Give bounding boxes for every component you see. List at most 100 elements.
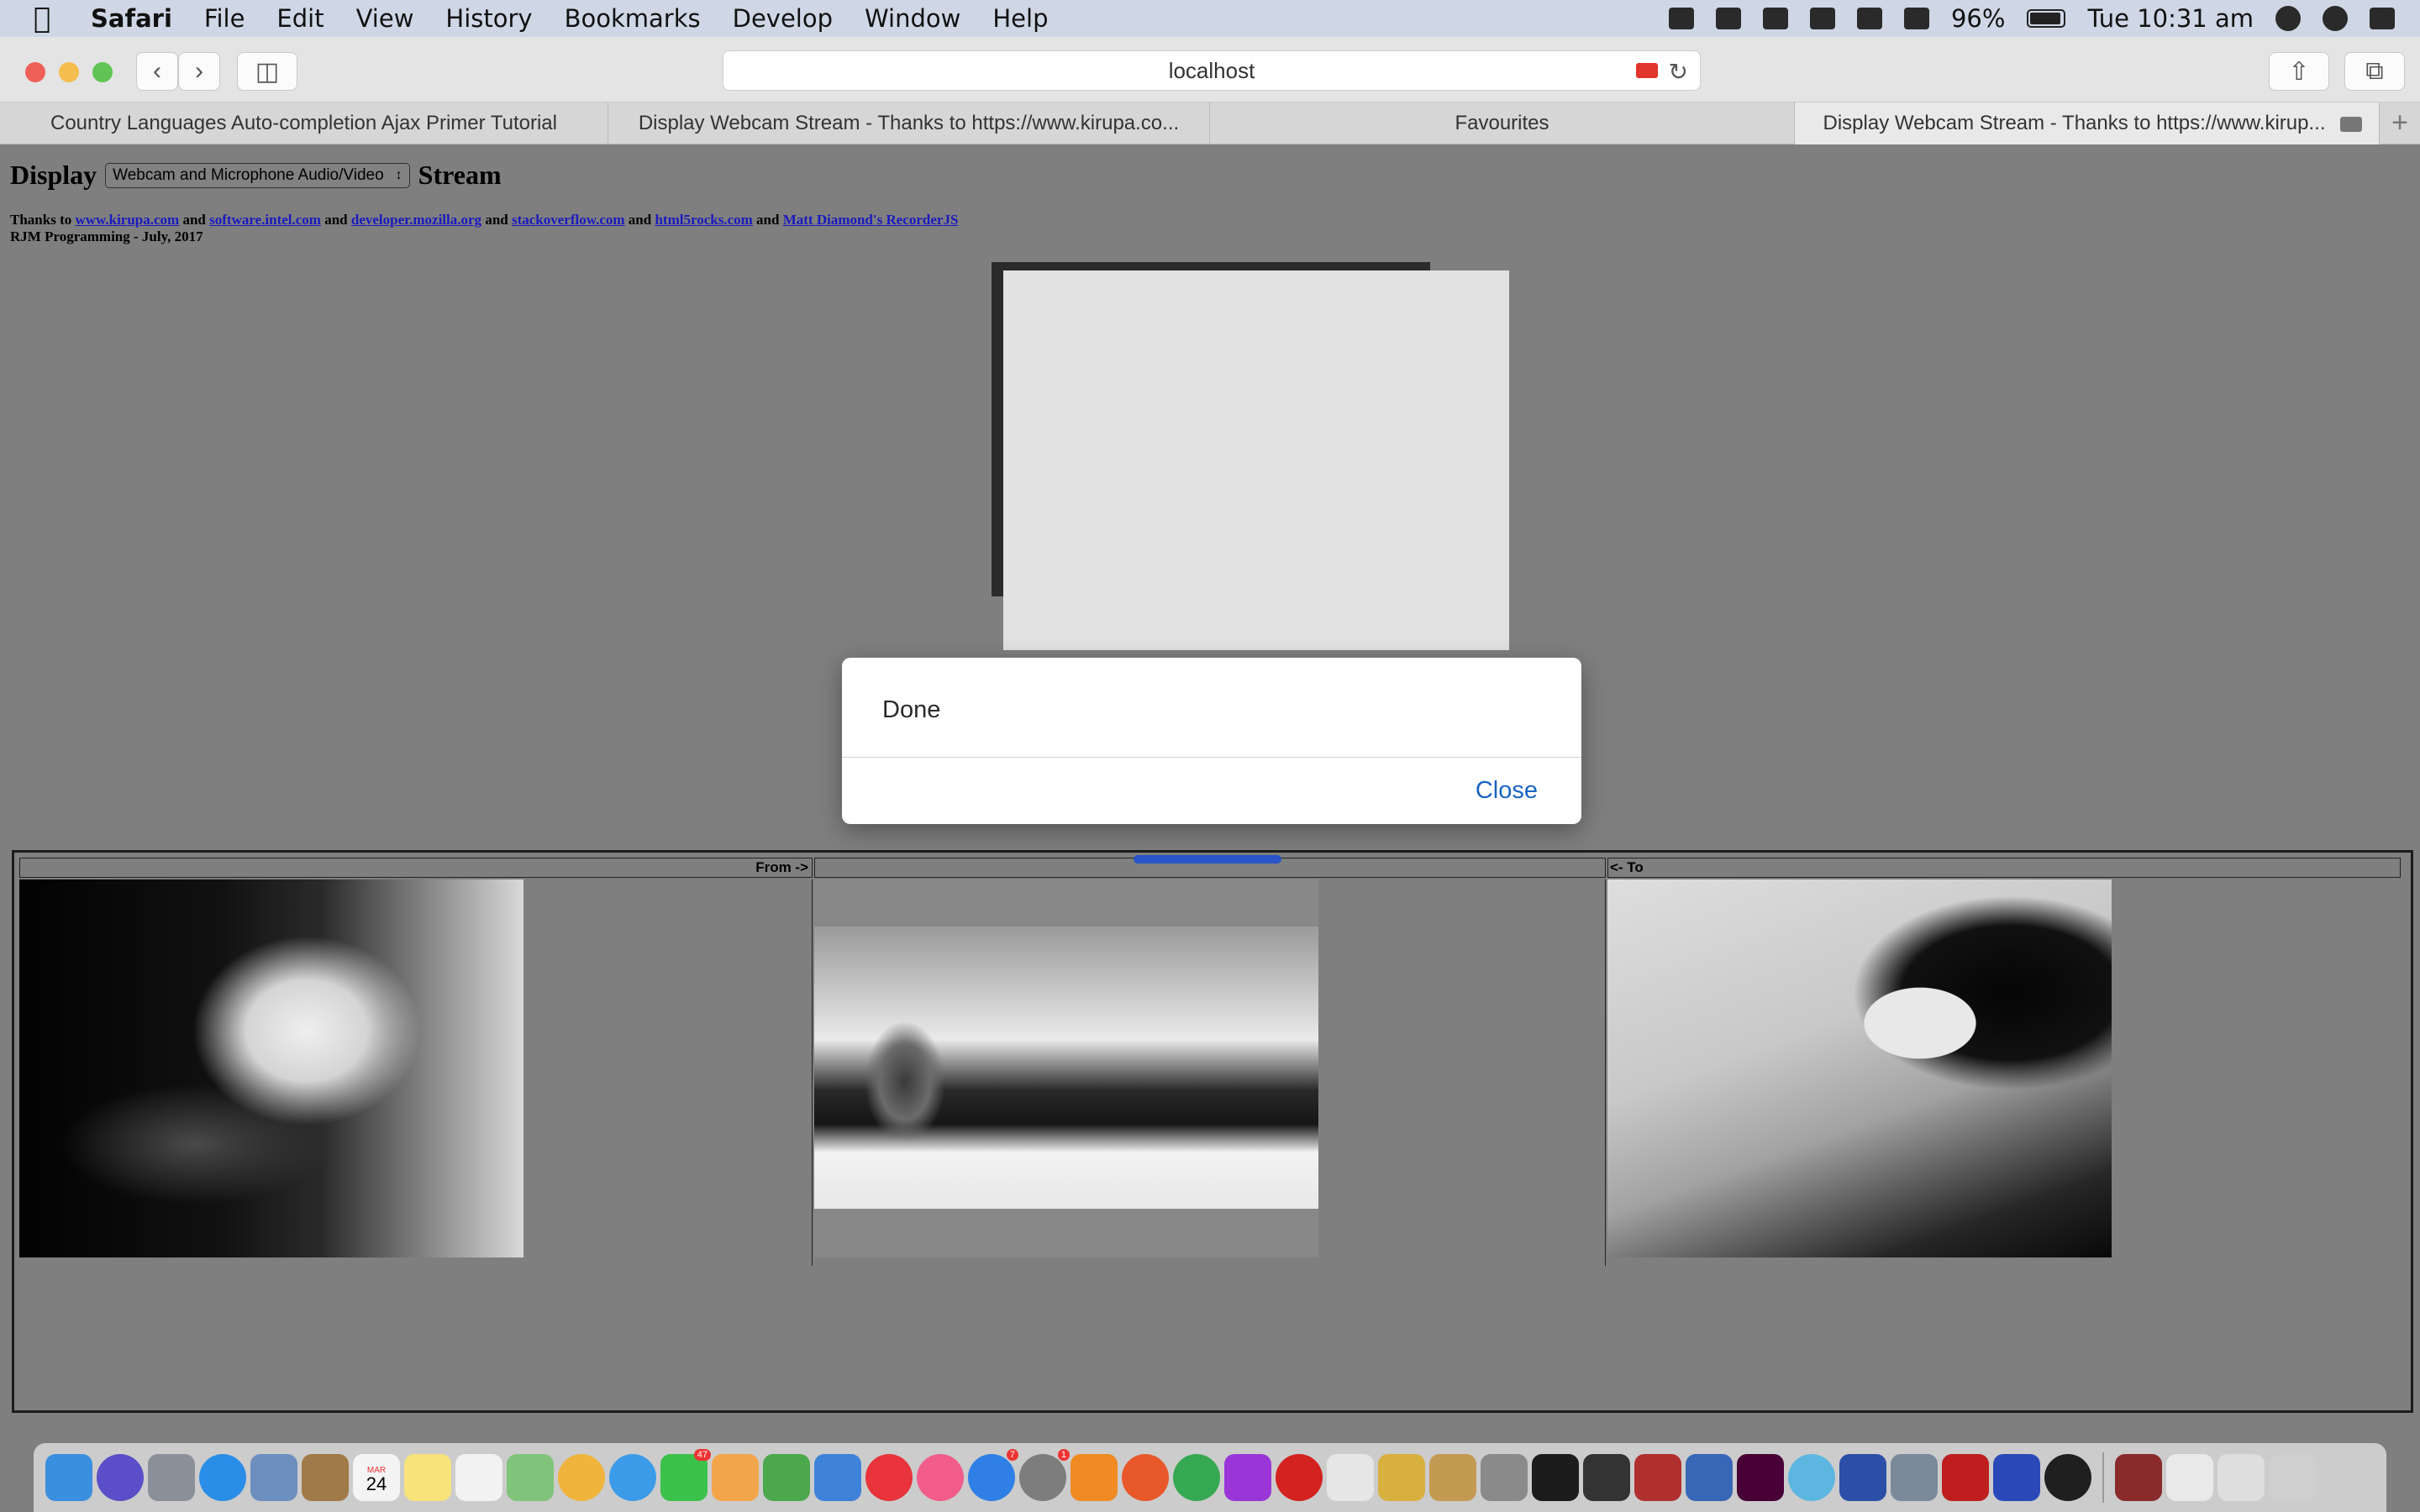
gimp-icon[interactable] [1429,1454,1476,1501]
facetime-icon[interactable]: 47 [660,1449,711,1501]
forward-button[interactable]: › [178,52,220,91]
airplay-icon[interactable] [1809,8,1835,29]
notes-icon[interactable] [404,1454,451,1501]
thanks-label: Thanks to [10,212,72,228]
siri-icon[interactable] [2323,6,2348,31]
preview-icon[interactable] [1891,1454,1938,1501]
link-kirupa[interactable]: www.kirupa.com [75,212,179,228]
spotlight-search-icon[interactable] [2275,6,2301,31]
r-icon[interactable] [1686,1454,1733,1501]
close-window-button[interactable] [25,62,45,82]
firefox-icon[interactable] [1122,1454,1169,1501]
menu-app-name[interactable]: Safari [91,4,172,33]
downloads-stack-icon[interactable] [2217,1454,2265,1501]
phpstorm-icon[interactable] [1224,1454,1271,1501]
music-icon[interactable] [917,1454,964,1501]
documents-stack-icon[interactable] [2166,1454,2213,1501]
tab-favourites[interactable]: Favourites [1210,102,1795,144]
to-video[interactable] [1607,879,2112,1257]
launchpad-icon[interactable] [148,1454,195,1501]
to-header: <- To [1607,858,2401,878]
contacts-icon[interactable] [302,1454,349,1501]
photos-icon[interactable] [558,1454,605,1501]
wireshark-icon[interactable] [1378,1454,1425,1501]
wifi-icon[interactable] [1903,8,1929,29]
link-html5rocks[interactable]: html5rocks.com [655,212,752,228]
menu-edit[interactable]: Edit [276,4,324,33]
menu-bookmarks[interactable]: Bookmarks [565,4,701,33]
link-stackoverflow[interactable]: stackoverflow.com [512,212,625,228]
battery-icon[interactable] [2027,9,2066,28]
tab-webcam-stream-active[interactable]: Display Webcam Stream - Thanks to https:… [1795,102,2380,144]
messages-icon[interactable] [609,1454,656,1501]
utility-icon[interactable] [1481,1454,1528,1501]
menu-view[interactable]: View [356,4,414,33]
minimize-window-button[interactable] [59,62,79,82]
close-button[interactable]: Close [1476,777,1538,805]
menu-help[interactable]: Help [992,4,1048,33]
mail-icon[interactable] [250,1454,297,1501]
menu-window[interactable]: Window [865,4,960,33]
prefs-badge: 1 [1057,1449,1070,1461]
media-type-select[interactable]: Webcam and Microphone Audio/Video [105,162,410,188]
dictionary-icon[interactable] [2115,1454,2162,1501]
opera-icon[interactable] [1276,1454,1323,1501]
sequel-pro-icon[interactable] [1327,1454,1374,1501]
from-video[interactable] [19,879,523,1257]
link-intel[interactable]: software.intel.com [209,212,321,228]
back-button[interactable]: ‹ [136,52,178,91]
siri-icon[interactable] [97,1454,144,1501]
adobe-xd-icon[interactable] [1737,1454,1784,1501]
flow-icon[interactable] [1839,1454,1886,1501]
maps-icon[interactable] [507,1454,554,1501]
address-bar[interactable]: localhost ↻ [723,50,1701,91]
filezilla-icon[interactable] [1942,1454,1989,1501]
show-tabs-button[interactable]: ⧉ [2344,52,2405,91]
chevron-right-icon: › [195,57,203,85]
bluetooth-icon[interactable] [1856,8,1882,29]
facetime-badge: 47 [693,1449,711,1461]
zoom-window-button[interactable] [92,62,113,82]
keynote-icon[interactable] [814,1454,861,1501]
menu-history[interactable]: History [445,4,532,33]
finder-icon[interactable] [45,1454,92,1501]
clock[interactable]: Tue 10:31 am [2087,4,2254,33]
share-button[interactable]: ⇧ [2269,52,2329,91]
safari-icon[interactable] [199,1454,246,1501]
link-mozilla[interactable]: developer.mozilla.org [351,212,481,228]
reminders-icon[interactable] [455,1454,502,1501]
link-recorderjs[interactable]: Matt Diamond's RecorderJS [783,212,959,228]
fontforge-icon[interactable] [2044,1454,2091,1501]
inkscape-icon[interactable] [1583,1454,1630,1501]
color-picker-icon[interactable] [1788,1454,1835,1501]
audacity-icon[interactable] [1993,1454,2040,1501]
chrome-icon[interactable] [1173,1454,1220,1501]
menu-file[interactable]: File [204,4,245,33]
avast-icon[interactable] [1071,1454,1118,1501]
tab-webcam-stream-1[interactable]: Display Webcam Stream - Thanks to https:… [608,102,1210,144]
system-preferences-icon[interactable]: 1 [1019,1449,1070,1501]
tab-country-languages[interactable]: Country Languages Auto-completion Ajax P… [0,102,608,144]
camera-icon[interactable] [2340,117,2362,132]
trash-icon[interactable] [2269,1454,2316,1501]
menu-develop[interactable]: Develop [733,4,833,33]
and-text: and [324,212,348,228]
photo-booth-icon[interactable] [1634,1454,1681,1501]
pages-icon[interactable] [712,1454,759,1501]
notification-center-icon[interactable] [2370,8,2395,29]
numbers-icon[interactable] [763,1454,810,1501]
terminal-icon[interactable] [1532,1454,1579,1501]
sidebar-button[interactable]: ◫ [237,52,297,91]
app-store-icon[interactable]: 7 [968,1449,1018,1501]
status-area: 96% Tue 10:31 am [1668,0,2395,37]
reload-icon[interactable]: ↻ [1669,58,1688,86]
tool-icon[interactable] [1715,8,1741,29]
apple-menu-icon[interactable]:  [34,2,67,35]
video-camera-icon[interactable] [1668,8,1694,29]
news-icon[interactable] [865,1454,913,1501]
live-webcam-video[interactable] [814,927,1318,1209]
new-tab-button[interactable]: + [2380,102,2420,144]
camera-in-use-icon[interactable] [1636,63,1658,78]
malwarebytes-icon[interactable] [1762,8,1788,29]
calendar-icon[interactable]: MAR 24 [353,1454,400,1501]
